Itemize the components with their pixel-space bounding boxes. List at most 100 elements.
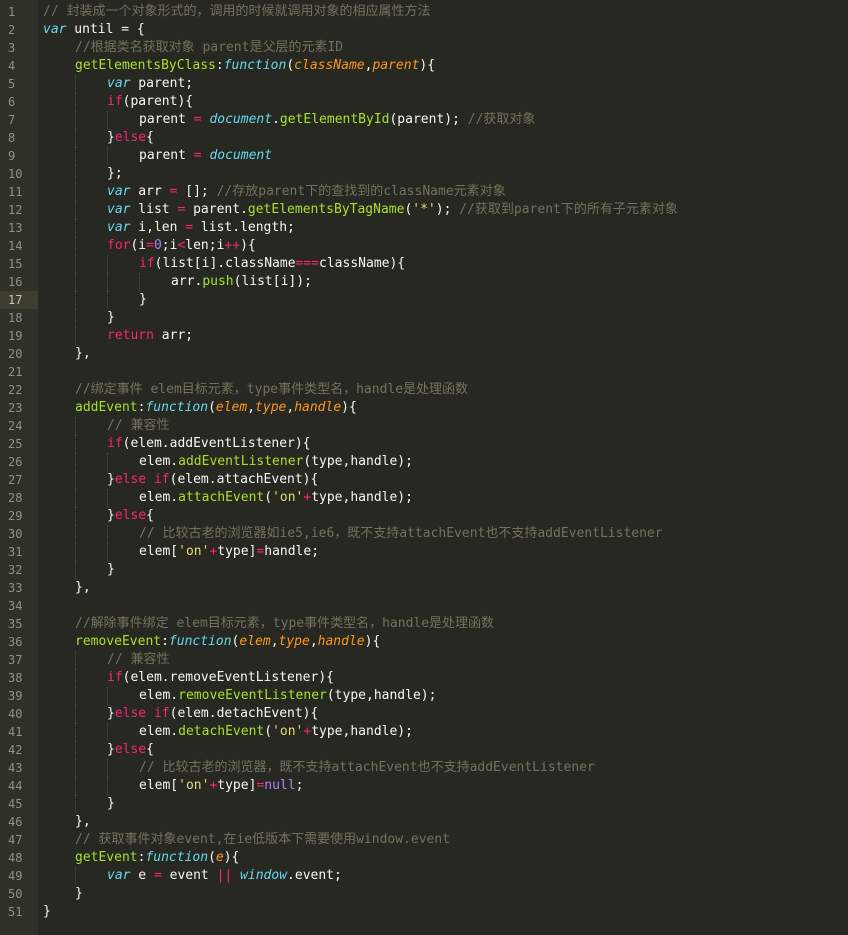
code-line[interactable]: 17}: [0, 291, 848, 309]
line-number: 2: [8, 23, 16, 37]
token-plain: parent: [139, 112, 194, 127]
indent-guide: [75, 525, 76, 543]
code-line[interactable]: 16 arr.push(list[i]);: [0, 273, 848, 291]
indent-guide: [75, 183, 76, 201]
token-plain: list: [130, 202, 178, 217]
code-line[interactable]: 34: [0, 597, 848, 615]
line-number: 6: [8, 95, 16, 109]
code-line[interactable]: 15 if(list[i].className===className){: [0, 255, 848, 273]
code-line[interactable]: 9 parent = document: [0, 147, 848, 165]
code-line[interactable]: 18}: [0, 309, 848, 327]
code-line[interactable]: 4 getElementsByClass:function(className,p…: [0, 57, 848, 75]
token-plain: (i: [130, 238, 147, 253]
code-line[interactable]: 26 elem.addEventListener(type,handle);: [0, 453, 848, 471]
token-storage: function: [145, 400, 209, 415]
code-line[interactable]: 48 getEvent:function(e){: [0, 849, 848, 867]
token-plain: ,: [286, 400, 295, 415]
code-line[interactable]: 41 elem.detachEvent('on'+type,handle);: [0, 723, 848, 741]
indent-guide: [75, 705, 76, 723]
indent-guide: [107, 291, 108, 309]
code-line[interactable]: 12 var list = parent.getElementsByTagName…: [0, 201, 848, 219]
code-line[interactable]: 28 elem.attachEvent('on'+type,handle);: [0, 489, 848, 507]
indent-guide: [75, 507, 76, 525]
code-line[interactable]: 13 var i,len = list.length;: [0, 219, 848, 237]
code-line[interactable]: 42}else{: [0, 741, 848, 759]
line-number: 39: [8, 689, 23, 703]
code-line[interactable]: 27}else if(elem.attachEvent){: [0, 471, 848, 489]
token-plain: event: [161, 868, 217, 883]
code-line[interactable]: 1 // 封装成一个对象形式的，调用的时候就调用对象的相应属性方法: [0, 3, 848, 21]
indent-guide: [75, 129, 76, 147]
code-line[interactable]: 38 if(elem.removeEventListener){: [0, 669, 848, 687]
code-line[interactable]: 45}: [0, 795, 848, 813]
code-line[interactable]: 30 // 比较古老的浏览器如ie5,ie6，既不支持attachEvent也不支…: [0, 525, 848, 543]
code-text: var until = {: [43, 21, 145, 39]
code-line[interactable]: 51}: [0, 903, 848, 921]
code-line[interactable]: 40}else if(elem.detachEvent){: [0, 705, 848, 723]
token-plain: parent.: [185, 202, 248, 217]
code-line[interactable]: 3 //根据类名获取对象 parent是父层的元素ID: [0, 39, 848, 57]
token-keyword: if: [107, 94, 123, 109]
token-keyword: =: [185, 220, 194, 235]
token-storage: var: [107, 868, 131, 883]
code-line[interactable]: 10};: [0, 165, 848, 183]
code-line[interactable]: 5 var parent;: [0, 75, 848, 93]
token-plain: className){: [319, 256, 406, 271]
code-line[interactable]: 7 parent = document.getElementById(parent…: [0, 111, 848, 129]
code-line[interactable]: 11 var arr = []; //存放parent下的查找到的classNam…: [0, 183, 848, 201]
line-number: 26: [8, 455, 23, 469]
code-line[interactable]: 14 for(i=0;i<len;i++){: [0, 237, 848, 255]
code-line[interactable]: 47 // 获取事件对象event,在ie低版本下需要使用window.event: [0, 831, 848, 849]
code-area[interactable]: 1 // 封装成一个对象形式的，调用的时候就调用对象的相应属性方法 2 var unt…: [0, 3, 848, 921]
code-text: }else if(elem.attachEvent){: [107, 471, 318, 489]
line-number: 3: [8, 41, 16, 55]
code-line[interactable]: 36 removeEvent:function(elem,type,handle)…: [0, 633, 848, 651]
token-comment: // 获取事件对象event,在ie低版本下需要使用window.event: [75, 832, 451, 847]
code-text: // 获取事件对象event,在ie低版本下需要使用window.event: [75, 831, 450, 849]
code-line[interactable]: 35 //解除事件绑定 elem目标元素，type事件类型名，handle是处理函…: [0, 615, 848, 633]
token-plain: }: [107, 562, 115, 577]
code-line[interactable]: 8}else{: [0, 129, 848, 147]
code-line[interactable]: 44 elem['on'+type]=null;: [0, 777, 848, 795]
token-storage: function: [168, 634, 232, 649]
code-text: }: [107, 795, 115, 813]
line-number: 33: [8, 581, 23, 595]
token-plain: [];: [177, 184, 217, 199]
token-keyword: =: [193, 112, 202, 127]
code-text: var list = parent.getElementsByTagName('…: [107, 201, 678, 219]
token-plain: ,: [247, 400, 256, 415]
token-plain: (elem.attachEvent){: [169, 472, 319, 487]
code-line[interactable]: 2 var until = {: [0, 21, 848, 39]
token-plain: );: [435, 202, 460, 217]
code-line[interactable]: 20},: [0, 345, 848, 363]
code-line[interactable]: 43 // 比较古老的浏览器，既不支持attachEvent也不支持addEven…: [0, 759, 848, 777]
code-line[interactable]: 19 return arr;: [0, 327, 848, 345]
code-line[interactable]: 22 //绑定事件 elem目标元素，type事件类型名，handle是处理函数: [0, 381, 848, 399]
code-line[interactable]: 50}: [0, 885, 848, 903]
code-line[interactable]: 25 if(elem.addEventListener){: [0, 435, 848, 453]
token-storage: var: [107, 76, 131, 91]
code-line[interactable]: 29}else{: [0, 507, 848, 525]
code-line[interactable]: 23 addEvent:function(elem,type,handle){: [0, 399, 848, 417]
token-plain: ){: [364, 634, 381, 649]
code-line[interactable]: 46},: [0, 813, 848, 831]
code-text: elem.attachEvent('on'+type,handle);: [139, 489, 413, 507]
code-line[interactable]: 49 var e = event || window.event;: [0, 867, 848, 885]
code-line[interactable]: 39 elem.removeEventListener(type,handle);: [0, 687, 848, 705]
code-editor[interactable]: 1 // 封装成一个对象形式的，调用的时候就调用对象的相应属性方法 2 var unt…: [0, 0, 848, 935]
line-number: 36: [8, 635, 23, 649]
code-line[interactable]: 6 if(parent){: [0, 93, 848, 111]
token-plain: (type,handle);: [326, 688, 437, 703]
code-line[interactable]: 21: [0, 363, 848, 381]
code-line[interactable]: 31 elem['on'+type]=handle;: [0, 543, 848, 561]
code-line[interactable]: 33},: [0, 579, 848, 597]
code-line[interactable]: 37 // 兼容性: [0, 651, 848, 669]
code-line[interactable]: 24 // 兼容性: [0, 417, 848, 435]
line-number: 11: [8, 185, 23, 199]
line-number: 43: [8, 761, 23, 775]
token-keyword: if: [107, 670, 123, 685]
indent-guide: [75, 237, 76, 255]
indent-guide: [75, 489, 76, 507]
indent-guide: [75, 669, 76, 687]
code-line[interactable]: 32}: [0, 561, 848, 579]
